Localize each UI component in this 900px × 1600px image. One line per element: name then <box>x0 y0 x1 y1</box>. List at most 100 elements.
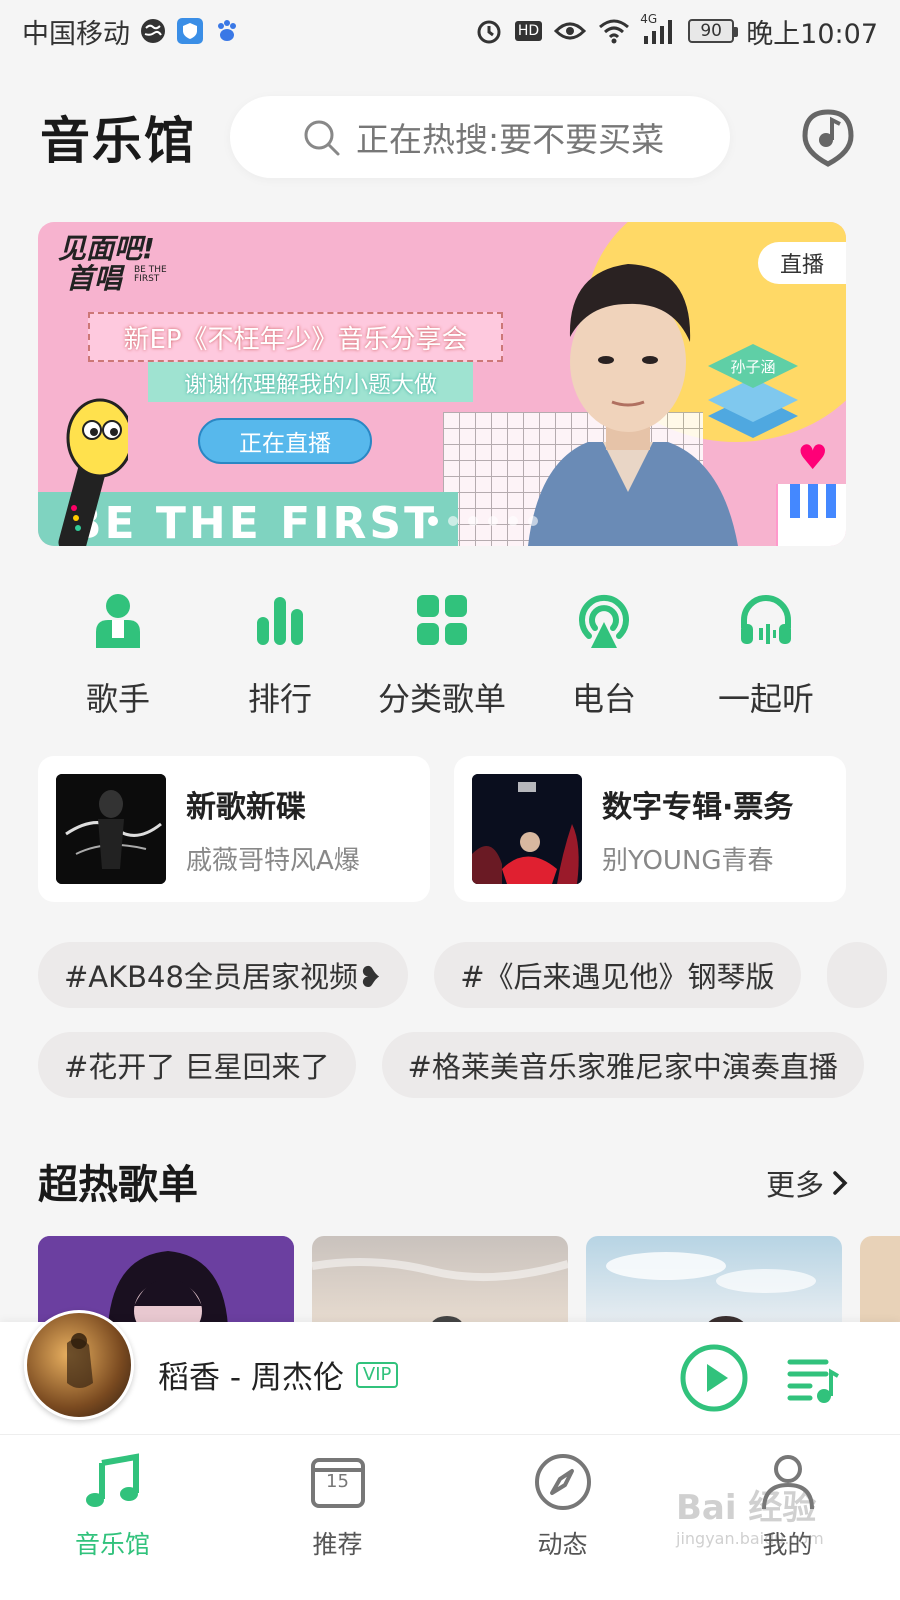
topic-tag[interactable]: #AKB48全员居家视频❥ <box>38 942 409 1008</box>
quick-nav-listen-together[interactable]: 一起听 <box>686 590 846 720</box>
banner-logo-line1: 见面吧! <box>58 232 155 265</box>
card-digital-albums[interactable]: 数字专辑·票务 别YOUNG青春 <box>454 756 846 902</box>
quick-nav-radio[interactable]: 电台 <box>524 590 684 720</box>
headphones-icon <box>734 590 798 650</box>
microphone-illustration <box>58 398 128 546</box>
album-cover <box>56 774 166 884</box>
tab-feed[interactable]: 动态 <box>450 1435 675 1600</box>
quick-nav-singer[interactable]: 歌手 <box>38 590 198 720</box>
network-type: 4G <box>640 12 658 26</box>
card-title: 新歌新碟 <box>186 789 306 825</box>
quick-nav-label: 一起听 <box>717 680 814 718</box>
playlist-card[interactable] <box>312 1236 568 1326</box>
eye-icon <box>554 20 587 42</box>
search-input[interactable]: 正在热搜:要不要买菜 <box>230 96 730 178</box>
music-note-icon <box>82 1451 144 1513</box>
playlist-queue-button[interactable] <box>786 1352 840 1406</box>
topic-tag-partial[interactable] <box>826 942 887 1008</box>
feature-cards: 新歌新碟 戚薇哥特风A爆 数字专辑·票务 别YOUNG青春 <box>38 756 846 902</box>
search-placeholder: 正在热搜:要不要买菜 <box>356 120 665 159</box>
globe-icon <box>140 18 166 44</box>
now-playing-cover[interactable] <box>24 1310 134 1420</box>
watermark-sub: jingyan.baidu.com <box>676 1529 824 1548</box>
grid-icon <box>410 590 474 650</box>
playlist-card[interactable] <box>860 1236 900 1326</box>
banner-logo-sub: BE THE FIRST <box>134 265 167 284</box>
search-icon <box>302 118 342 162</box>
radio-icon <box>572 590 636 650</box>
album-cover <box>472 774 582 884</box>
pagination-dot <box>508 516 518 526</box>
quick-nav-label: 歌手 <box>85 680 150 718</box>
pagination-dot <box>488 516 498 526</box>
topic-tag[interactable]: #《后来遇见他》钢琴版 <box>434 942 801 1008</box>
banner-ep-subtitle: 谢谢你理解我的小题大做 <box>148 362 473 402</box>
playlist-icon <box>787 1359 839 1403</box>
hot-topics-row: #AKB48全员居家视频❥ #《后来遇见他》钢琴版 <box>38 942 887 1008</box>
shield-icon <box>176 17 204 45</box>
quick-nav-label: 分类歌单 <box>377 680 506 718</box>
live-now-button[interactable]: 正在直播 <box>198 418 372 464</box>
chart-icon <box>248 590 312 650</box>
wifi-icon <box>598 18 630 44</box>
hot-topics-row: #花开了 巨星回来了 #格莱美音乐家雅尼家中演奏直播 <box>38 1032 864 1098</box>
vip-badge: VIP <box>355 1361 399 1388</box>
tab-label: 音乐馆 <box>74 1530 150 1559</box>
more-label: 更多 <box>765 1168 824 1202</box>
play-button[interactable] <box>680 1344 748 1412</box>
topic-tag[interactable]: #格莱美音乐家雅尼家中演奏直播 <box>381 1032 864 1098</box>
artist-name-tag: 孙子涵 <box>708 344 798 438</box>
playlist-carousel <box>38 1236 900 1326</box>
battery-indicator: 90 <box>688 19 739 43</box>
clock: 晚上10:07 <box>746 18 878 50</box>
card-subtitle: 戚薇哥特风A爆 <box>186 845 360 876</box>
tab-music-hall[interactable]: 音乐馆 <box>0 1435 225 1600</box>
quick-nav-categories[interactable]: 分类歌单 <box>362 590 522 720</box>
topic-tag[interactable]: #花开了 巨星回来了 <box>38 1032 356 1098</box>
calendar-icon: 15 <box>307 1451 369 1513</box>
banner-pagination[interactable] <box>428 516 538 526</box>
banner-ep-title: 新EP《不枉年少》音乐分享会 <box>88 312 503 362</box>
quick-nav: 歌手 排行 分类歌单 电台 一起听 <box>38 590 846 720</box>
banner-logo: 见面吧! 首唱 <box>58 234 155 294</box>
card-subtitle: 别YOUNG青春 <box>602 845 774 876</box>
promo-banner[interactable]: BE THE FIRST 见面吧! 首唱 BE THE FIRST 新EP《不枉… <box>38 222 846 546</box>
paw-icon <box>214 18 240 44</box>
watermark-text: Bai 经验 <box>676 1488 817 1528</box>
now-playing-info[interactable]: 稻香 - 周杰伦 VIP <box>158 1352 399 1397</box>
singer-icon <box>86 590 150 650</box>
calendar-day: 15 <box>326 1471 349 1492</box>
quick-nav-label: 电台 <box>571 680 636 718</box>
watermark: Bai 经验 jingyan.baidu.com <box>676 1480 824 1548</box>
tab-recommend[interactable]: 15 推荐 <box>225 1435 450 1600</box>
pagination-dot <box>468 516 478 526</box>
section-title: 超热歌单 <box>38 1162 198 1208</box>
compass-icon <box>532 1451 594 1513</box>
quick-nav-chart[interactable]: 排行 <box>200 590 360 720</box>
playlist-card[interactable] <box>586 1236 842 1326</box>
more-link[interactable]: 更多 <box>766 1162 848 1204</box>
signal-icon: 4G <box>640 12 676 44</box>
tab-label: 推荐 <box>312 1530 363 1559</box>
carrier-label: 中国移动 <box>22 18 130 50</box>
hd-icon: HD <box>514 21 543 41</box>
page-title: 音乐馆 <box>40 112 196 170</box>
header: 音乐馆 正在热搜:要不要买菜 <box>0 92 900 182</box>
pagination-dot <box>528 516 538 526</box>
live-badge: 直播 <box>758 242 846 284</box>
now-playing-title: 稻香 - 周杰伦 <box>158 1360 344 1396</box>
mini-player[interactable]: 稻香 - 周杰伦 VIP <box>0 1310 900 1434</box>
alarm-icon <box>475 17 503 45</box>
recognize-music-button[interactable] <box>796 105 860 169</box>
music-recognize-icon <box>802 109 854 167</box>
card-title: 数字专辑·票务 <box>602 789 794 825</box>
quick-nav-label: 排行 <box>247 680 312 718</box>
card-new-releases[interactable]: 新歌新碟 戚薇哥特风A爆 <box>38 756 430 902</box>
artist-name-label: 孙子涵 <box>730 358 775 376</box>
play-icon <box>680 1344 748 1412</box>
piano-decoration <box>776 484 846 546</box>
heart-icon: ♥ <box>797 438 828 478</box>
pagination-dot <box>448 516 458 526</box>
status-bar: 中国移动 HD 4G 90 晚上10:07 <box>0 0 900 62</box>
tab-label: 动态 <box>537 1530 588 1559</box>
